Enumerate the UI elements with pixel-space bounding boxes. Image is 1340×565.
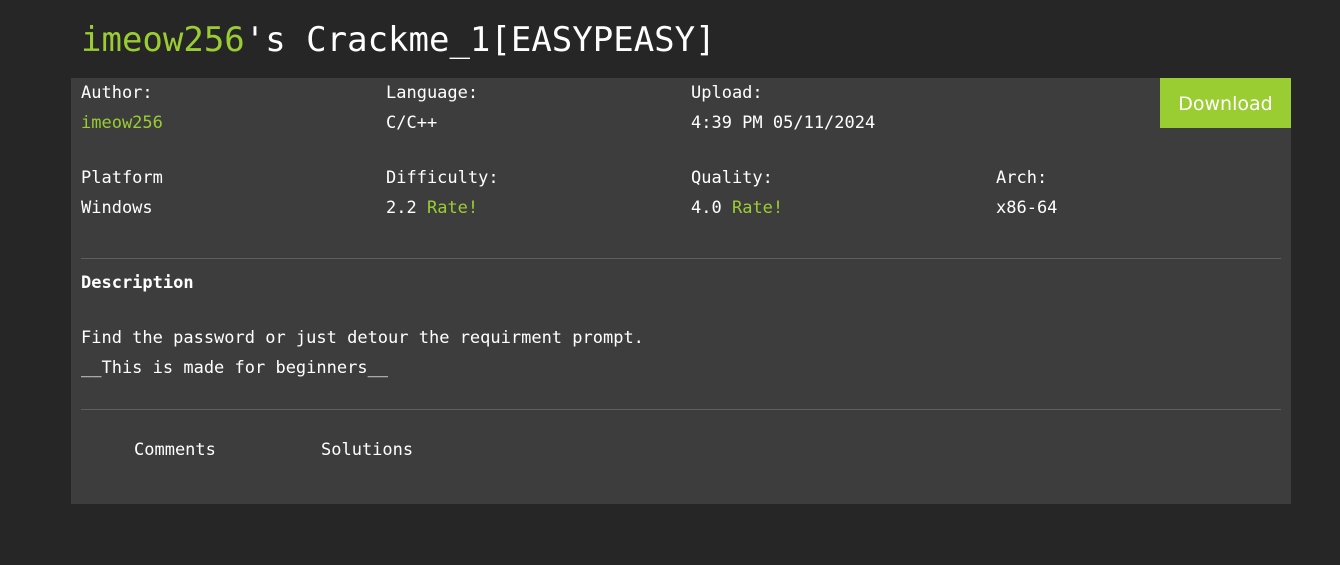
divider (81, 258, 1281, 259)
quality-label: Quality: (691, 168, 773, 188)
description-line: Find the password or just detour the req… (81, 328, 644, 348)
platform-label: Platform (81, 168, 163, 188)
tab-comments[interactable]: Comments (134, 435, 216, 465)
difficulty-rate-link[interactable]: Rate! (427, 198, 478, 218)
author-link[interactable]: imeow256 (81, 108, 163, 138)
upload-value: 4:39 PM 05/11/2024 (691, 113, 876, 133)
quality-rate-link[interactable]: Rate! (732, 198, 783, 218)
difficulty-label: Difficulty: (386, 168, 499, 188)
description-heading: Description (81, 273, 194, 293)
author-field: Author: imeow256 (81, 78, 163, 138)
page-title: imeow256's Crackme_1[EASYPEASY] (81, 18, 716, 62)
quality-row: 4.0 Rate! (691, 193, 783, 223)
difficulty-value: 2.2 (386, 198, 417, 218)
tab-solutions[interactable]: Solutions (321, 435, 413, 465)
platform-value: Windows (81, 198, 153, 218)
title-author-name: imeow256 (81, 20, 245, 60)
crackme-info-card: Download Author: imeow256 Language: C/C+… (71, 78, 1291, 504)
description-line: __This is made for beginners__ (81, 358, 389, 378)
difficulty-row: 2.2 Rate! (386, 193, 499, 223)
language-value: C/C++ (386, 113, 438, 133)
title-crackme-name: 's Crackme_1[EASYPEASY] (244, 20, 716, 60)
language-label: Language: (386, 83, 479, 103)
arch-label: Arch: (996, 168, 1048, 188)
description-text: Find the password or just detour the req… (81, 323, 644, 383)
author-label: Author: (81, 83, 153, 103)
upload-field: Upload: 4:39 PM 05/11/2024 (691, 78, 875, 138)
download-button[interactable]: Download (1160, 78, 1291, 128)
upload-label: Upload: (691, 83, 763, 103)
quality-field: Quality: 4.0 Rate! (691, 163, 783, 223)
quality-value: 4.0 (691, 198, 722, 218)
platform-field: Platform Windows (81, 163, 163, 223)
language-field: Language: C/C++ (386, 78, 478, 138)
divider (81, 409, 1281, 410)
difficulty-field: Difficulty: 2.2 Rate! (386, 163, 499, 223)
arch-value: x86-64 (996, 198, 1058, 218)
arch-field: Arch: x86-64 (996, 163, 1057, 223)
